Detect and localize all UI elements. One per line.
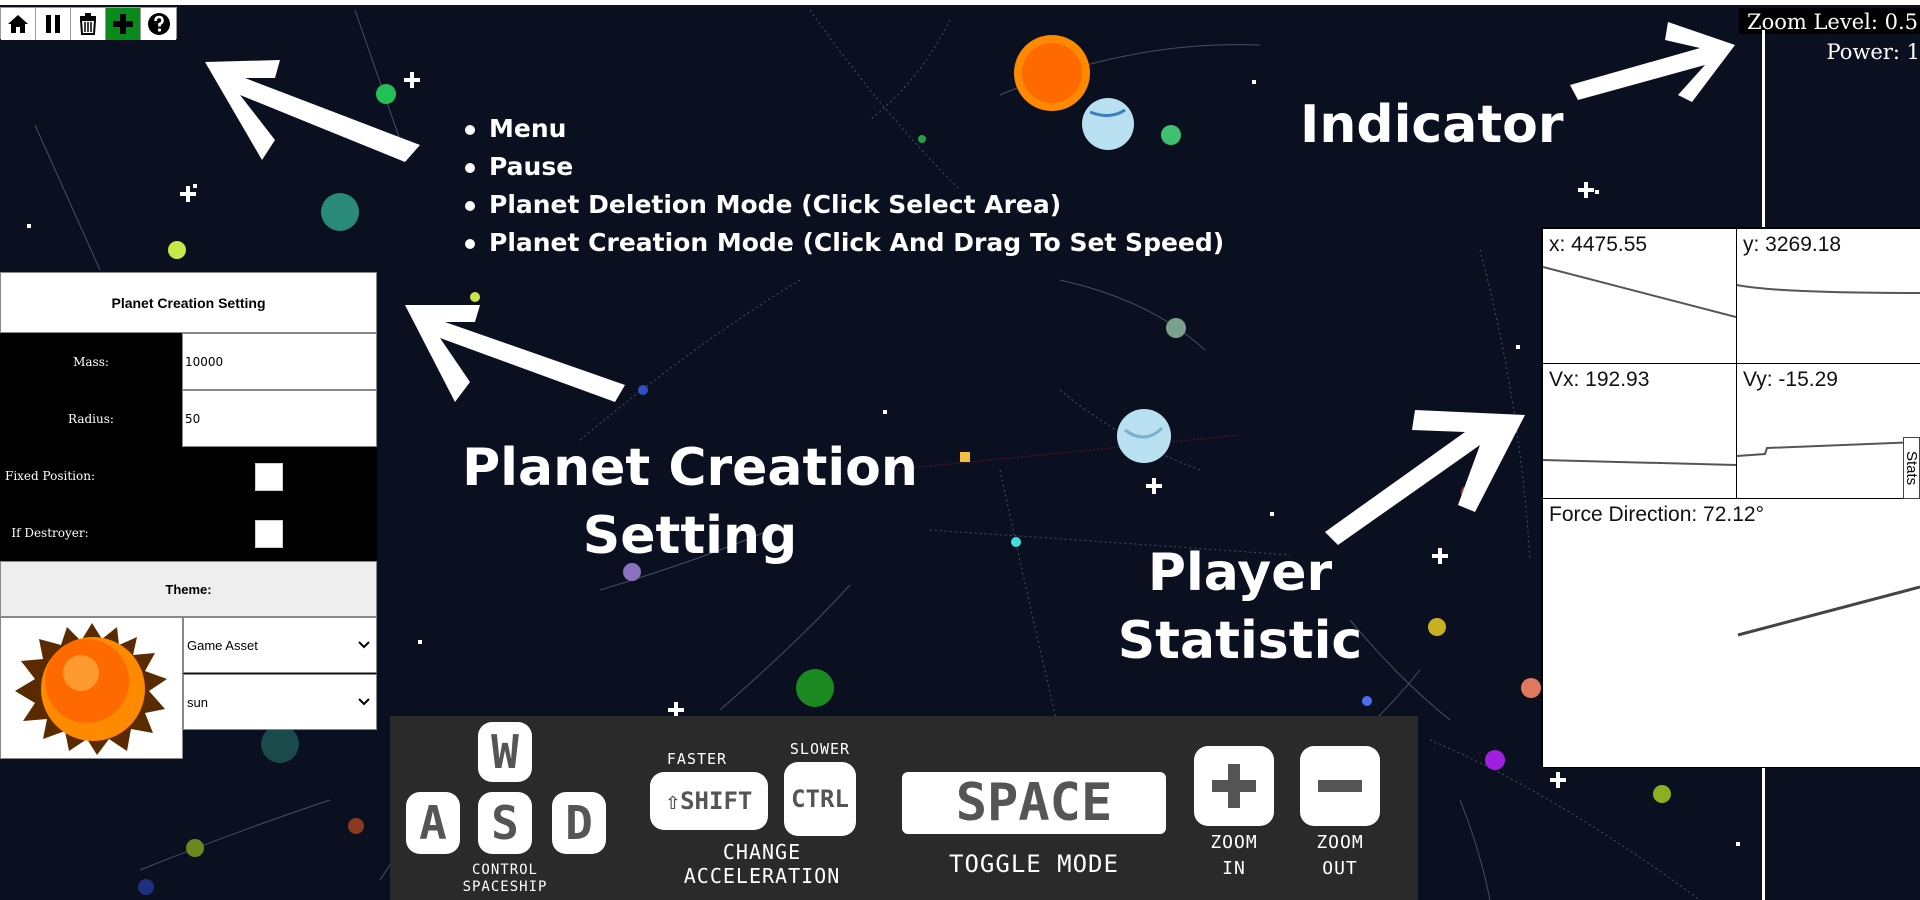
toolbar-legend: Menu Pause Planet Deletion Mode (Click S… <box>465 110 1224 262</box>
legend-item: Pause <box>465 148 1224 186</box>
theme-preview <box>0 617 183 759</box>
caption-line: ZOOM <box>1210 832 1258 853</box>
player-statistic-caption: Player Statistic <box>1100 540 1380 675</box>
theme-body: Game Asset sun <box>0 617 377 759</box>
stat-x-label: x: 4475.55 <box>1549 233 1648 256</box>
stat-y-label: y: 3269.18 <box>1743 233 1842 256</box>
destroyer-checkbox[interactable] <box>255 520 283 548</box>
toggle-caption: TOGGLE MODE <box>949 850 1119 878</box>
orbit-trail <box>354 9 401 141</box>
theme-header: Theme: <box>0 561 377 617</box>
destroyer-label: If Destroyer: <box>0 504 100 561</box>
stat-force-label: Force Direction: 72.12° <box>1549 503 1764 526</box>
zoom-in-key <box>1194 746 1274 826</box>
sun-preview-icon <box>14 622 167 755</box>
legend-item: Planet Deletion Mode (Click Select Area) <box>465 186 1224 224</box>
key-s: S <box>478 792 532 854</box>
theme-asset-select[interactable]: sun <box>183 674 377 730</box>
caption-line: SPACESHIP <box>462 878 548 895</box>
home-button[interactable] <box>1 8 36 40</box>
radius-input[interactable] <box>182 390 377 447</box>
caption-line: ZOOM <box>1316 832 1364 853</box>
pause-icon <box>46 15 60 33</box>
destroyer-row: If Destroyer: <box>0 504 377 561</box>
radius-row: Radius: <box>0 390 377 447</box>
arrow-toolbar <box>205 60 420 162</box>
caption-line: Statistic <box>1117 610 1363 671</box>
add-button[interactable] <box>106 8 141 40</box>
trash-icon <box>79 13 97 35</box>
stat-y: y: 3269.18 <box>1736 228 1920 364</box>
stat-vx-label: Vx: 192.93 <box>1549 368 1650 391</box>
fixed-position-label: Fixed Position: <box>0 447 100 504</box>
chevron-down-icon <box>358 698 370 706</box>
mass-label: Mass: <box>0 333 182 390</box>
planet-creation-caption: Planet Creation Setting <box>460 435 920 570</box>
wasd-caption: CONTROL SPACESHIP <box>440 862 570 896</box>
arrow-indicator <box>1570 22 1735 102</box>
top-border <box>0 0 1920 5</box>
mass-row: Mass: <box>0 333 377 390</box>
toolbar <box>0 7 177 40</box>
key-w: W <box>478 722 532 782</box>
legend-item: Menu <box>465 110 1224 148</box>
stats-tab[interactable]: Stats <box>1903 437 1920 499</box>
player-stats-panel: x: 4475.55 y: 3269.18 Vx: 192.93 Vy: -15… <box>1541 227 1920 768</box>
stat-force: Force Direction: 72.12° <box>1542 498 1920 768</box>
theme-category-value: Game Asset <box>187 637 258 653</box>
caption-line: CONTROL <box>471 862 538 878</box>
faster-label: FASTER <box>666 750 728 768</box>
sun-planet <box>1014 35 1090 111</box>
slower-label: SLOWER <box>789 740 851 758</box>
caption-line: Setting <box>582 505 798 566</box>
indicator-caption: Indicator <box>1300 95 1564 155</box>
caption-line: OUT <box>1322 858 1358 880</box>
fixed-position-checkbox[interactable] <box>255 463 283 491</box>
caption-line: ACCELERATION <box>683 864 841 888</box>
arrow-panel <box>405 305 625 402</box>
radius-label: Radius: <box>0 390 182 447</box>
chevron-down-icon <box>358 641 370 649</box>
stat-vy-label: Vy: -15.29 <box>1743 368 1838 391</box>
legend-item: Planet Creation Mode (Click And Drag To … <box>465 224 1224 262</box>
help-button[interactable] <box>141 8 176 40</box>
zoom-level: Zoom Level: 0.5 <box>1739 8 1920 34</box>
home-icon <box>8 15 28 33</box>
controls-legend: W A S D CONTROL SPACESHIP FASTER SLOWER … <box>390 716 1418 900</box>
mass-input[interactable] <box>182 333 377 390</box>
spaceship <box>960 452 970 462</box>
key-a: A <box>406 792 460 854</box>
orbit-trail <box>34 124 101 271</box>
caption-line: CHANGE <box>722 840 802 864</box>
plus-icon <box>113 14 133 34</box>
force-direction-line <box>1737 585 1920 637</box>
key-d: D <box>552 792 606 854</box>
acceleration-caption: CHANGE ACCELERATION <box>652 840 872 888</box>
zoom-out-key <box>1300 746 1380 826</box>
pause-button[interactable] <box>36 8 71 40</box>
stat-vy: Vy: -15.29 <box>1736 363 1920 499</box>
theme-asset-value: sun <box>187 694 208 710</box>
caption-line: Planet Creation <box>462 438 918 498</box>
delete-button[interactable] <box>71 8 106 40</box>
theme-selects: Game Asset sun <box>183 617 377 759</box>
key-space: SPACE <box>902 772 1166 834</box>
caption-line: IN <box>1222 858 1246 880</box>
key-shift: ⇧SHIFT <box>650 772 768 830</box>
minus-icon <box>1318 780 1362 792</box>
caption-line: Player <box>1147 543 1333 603</box>
theme-category-select[interactable]: Game Asset <box>183 617 377 673</box>
stat-vx: Vx: 192.93 <box>1542 363 1737 499</box>
fixed-position-row: Fixed Position: <box>0 447 377 504</box>
zoom-in-caption: ZOOM IN <box>1180 830 1288 882</box>
panel-title: Planet Creation Setting <box>0 272 377 333</box>
power-level: Power: 1 <box>1826 40 1920 64</box>
plus-icon <box>1212 764 1256 808</box>
planet-creation-panel: Planet Creation Setting Mass: Radius: Fi… <box>0 272 377 759</box>
key-ctrl: CTRL <box>784 762 856 836</box>
stat-x: x: 4475.55 <box>1542 228 1737 364</box>
question-icon <box>147 13 170 35</box>
arrow-stats <box>1325 410 1525 545</box>
zoom-out-caption: ZOOM OUT <box>1286 830 1394 882</box>
